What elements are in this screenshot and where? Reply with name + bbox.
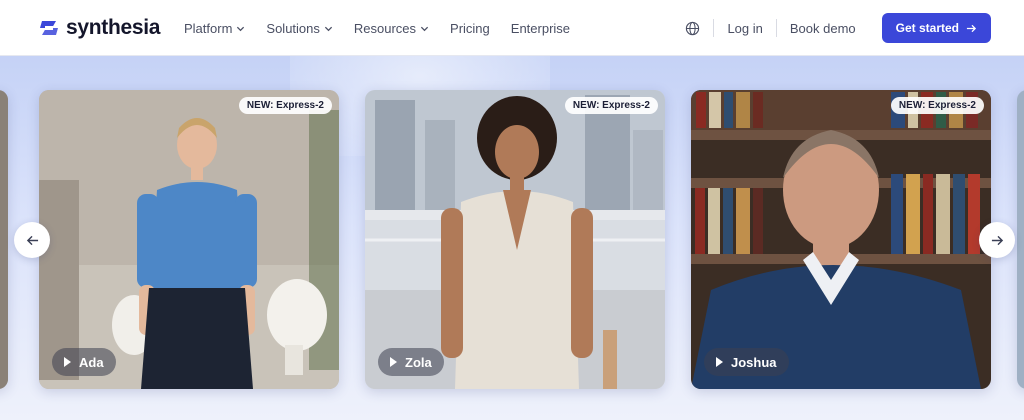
book-demo-link[interactable]: Book demo [790, 21, 856, 36]
play-icon [716, 357, 723, 367]
play-avatar-button[interactable]: Ada [52, 348, 116, 376]
top-navigation-bar: synthesia Platform Solutions Resources P… [0, 0, 1024, 56]
nav-item-resources[interactable]: Resources [354, 21, 429, 36]
new-model-badge: NEW: Express-2 [564, 97, 658, 114]
nav-label: Enterprise [510, 20, 571, 36]
arrow-left-icon [26, 235, 38, 245]
avatar-card-zola[interactable]: NEW: Express-2 Zola [365, 90, 665, 389]
avatar-preview-image [691, 90, 991, 389]
avatar-name: Zola [405, 354, 432, 370]
synthesia-logo-icon [40, 21, 58, 35]
arrow-right-icon [966, 24, 977, 32]
new-model-badge: NEW: Express-2 [890, 97, 984, 114]
divider [713, 19, 715, 37]
nav-label: Platform [184, 20, 233, 36]
nav-label: Solutions [266, 20, 320, 36]
avatar-name: Ada [79, 354, 104, 370]
nav-item-enterprise[interactable]: Enterprise [511, 21, 570, 36]
header-actions: Log in Book demo Get started [685, 0, 991, 56]
get-started-button[interactable]: Get started [881, 13, 991, 43]
carousel-prev-button[interactable] [14, 222, 50, 258]
avatar-card-joshua[interactable]: NEW: Express-2 Joshua [691, 90, 991, 389]
login-link[interactable]: Log in [727, 21, 762, 36]
divider [775, 19, 777, 37]
carousel-card-previous[interactable] [0, 90, 8, 389]
get-started-label: Get started [895, 21, 959, 35]
play-avatar-button[interactable]: Zola [378, 348, 444, 376]
nav-item-solutions[interactable]: Solutions [266, 21, 332, 36]
globe-icon[interactable] [685, 21, 700, 36]
carousel-next-button[interactable] [979, 222, 1015, 258]
synthesia-logo[interactable]: synthesia [38, 16, 160, 40]
brand-name: synthesia [66, 16, 161, 39]
nav-label: Pricing [450, 20, 490, 36]
nav-item-pricing[interactable]: Pricing [450, 21, 490, 36]
chevron-down-icon [237, 26, 245, 31]
play-icon [390, 357, 397, 367]
arrow-right-icon [991, 235, 1003, 245]
nav-label: Resources [353, 20, 417, 36]
main-nav: Platform Solutions Resources Pricing Ent… [184, 0, 591, 56]
avatar-preview-image [365, 90, 665, 389]
nav-item-platform[interactable]: Platform [184, 21, 245, 36]
avatar-card-ada[interactable]: NEW: Express-2 Ada [39, 90, 339, 389]
avatar-preview-image [39, 90, 339, 389]
avatar-preview-image [1017, 90, 1024, 389]
play-icon [64, 357, 71, 367]
chevron-down-icon [420, 26, 429, 31]
new-model-badge: NEW: Express-2 [238, 97, 332, 114]
avatar-name: Joshua [731, 354, 777, 370]
carousel-card-next[interactable] [1017, 90, 1024, 389]
chevron-down-icon [324, 26, 332, 31]
avatar-preview-image [0, 90, 8, 389]
play-avatar-button[interactable]: Joshua [704, 348, 789, 376]
avatar-carousel: NEW: Express-2 Ada NEW: Express-2 Zola N… [0, 56, 1024, 420]
